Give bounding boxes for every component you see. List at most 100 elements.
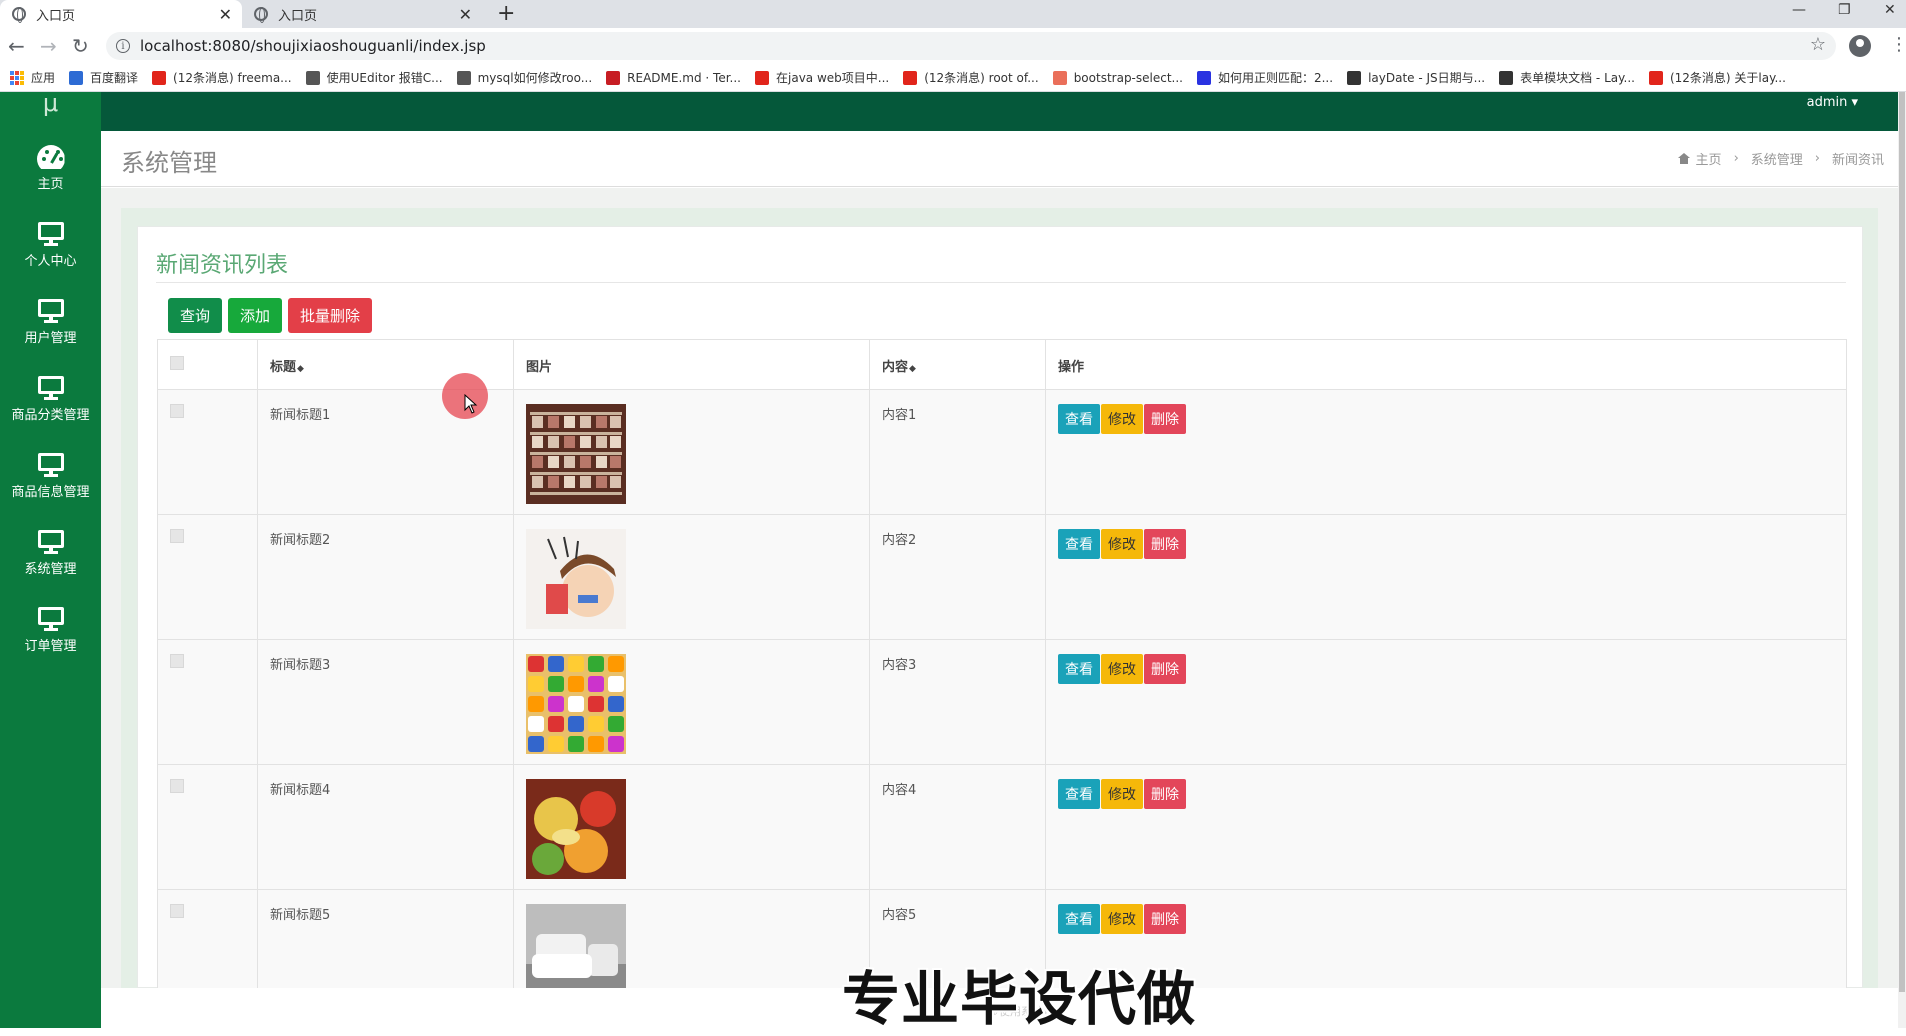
add-button[interactable]: 添加 [228, 298, 283, 333]
view-button[interactable]: 查看 [1058, 904, 1100, 934]
select-all-checkbox[interactable] [170, 356, 184, 370]
row-checkbox[interactable] [170, 529, 184, 543]
reload-icon[interactable]: ↻ [72, 34, 89, 58]
bookmark-item[interactable]: bootstrap-select... [1052, 70, 1183, 85]
row-checkbox[interactable] [170, 404, 184, 418]
bookmark-item[interactable]: README.md · Ter... [606, 70, 741, 85]
bookmark-label: README.md · Ter... [627, 70, 741, 85]
sidebar-item[interactable]: 用户管理 [0, 284, 101, 361]
row-checkbox[interactable] [170, 654, 184, 668]
delete-button[interactable]: 删除 [1144, 779, 1186, 809]
restore-icon[interactable]: ❐ [1838, 2, 1851, 18]
breadcrumb-home[interactable]: 主页 [1677, 149, 1722, 168]
mouse-cursor-icon [464, 393, 478, 418]
row-ops: 查看 修改 删除 [1045, 389, 1847, 515]
edit-button[interactable]: 修改 [1101, 529, 1143, 559]
bookmark-label: 应用 [31, 71, 56, 85]
sidebar-item[interactable]: 个人中心 [0, 207, 101, 284]
view-button[interactable]: 查看 [1058, 779, 1100, 809]
edit-button[interactable]: 修改 [1101, 904, 1143, 934]
row-checkbox[interactable] [170, 779, 184, 793]
bookmark-item[interactable]: (12条消息) root of... [903, 69, 1039, 86]
bookmark-item[interactable]: 如何用正则匹配：2... [1196, 69, 1333, 86]
forward-icon[interactable]: → [40, 34, 57, 58]
bookmark-star-icon[interactable]: ☆ [1810, 34, 1826, 55]
fruit-photo [526, 779, 857, 879]
sort-icon[interactable]: ◆ [297, 364, 304, 374]
table-row: 新闻标题4 内容4 查看 修改 删除 [157, 764, 1847, 890]
home-icon [1677, 153, 1690, 164]
view-button[interactable]: 查看 [1058, 654, 1100, 684]
action-bar: 查询 添加 批量删除 [168, 298, 373, 333]
col-image: 图片 [513, 339, 870, 390]
account-icon[interactable] [1849, 35, 1871, 57]
bookmark-item[interactable]: 使用UEditor 报错C... [305, 69, 443, 86]
site-info-icon[interactable]: i [116, 39, 130, 53]
address-bar[interactable]: i localhost:8080/shoujixiaoshouguanli/in… [106, 32, 1836, 60]
admin-menu[interactable]: admin ▾ [1807, 95, 1858, 110]
row-ops: 查看 修改 删除 [1045, 639, 1847, 765]
row-checkbox[interactable] [170, 904, 184, 918]
bookmark-item[interactable]: 表单模块文档 - Lay... [1499, 69, 1635, 86]
row-content: 内容2 [869, 514, 1046, 640]
delete-button[interactable]: 删除 [1144, 904, 1186, 934]
sort-icon[interactable]: ◆ [909, 364, 916, 374]
sidebar-item[interactable]: 订单管理 [0, 592, 101, 669]
bookmark-item[interactable]: mysql如何修改roo... [456, 69, 592, 86]
bookmark-item[interactable]: (12条消息) 关于lay... [1648, 69, 1786, 86]
baidu-translate-icon [69, 70, 84, 85]
page-scrollbar[interactable] [1898, 92, 1906, 1028]
ueditor-icon [456, 70, 471, 85]
bookmark-item[interactable]: 在java web项目中... [755, 69, 889, 86]
page-title: 系统管理 [121, 149, 217, 177]
gitee-icon [606, 70, 621, 85]
col-content[interactable]: 内容◆ [869, 339, 1046, 390]
monitor-icon [37, 222, 64, 246]
card-title: 新闻资讯列表 [156, 253, 289, 278]
bookmark-item[interactable]: layDate - JS日期与... [1347, 69, 1485, 86]
delete-button[interactable]: 删除 [1144, 654, 1186, 684]
row-title: 新闻标题3 [257, 639, 514, 765]
browser-tab-2[interactable]: 入口页 ✕ [242, 0, 482, 28]
bookmark-label: layDate - JS日期与... [1368, 71, 1486, 85]
news-table: 标题◆ 图片 内容◆ 操作 新闻标题1 内容1 查看 修改 删除 新闻标题2 内容2 查看 修改… [157, 339, 1847, 1015]
sidebar-item[interactable]: 系统管理 [0, 515, 101, 592]
sidebar-item[interactable]: 商品分类管理 [0, 361, 101, 438]
bookmark-item[interactable]: (12条消息) freema... [152, 69, 292, 86]
query-button[interactable]: 查询 [168, 298, 223, 333]
batch-delete-button[interactable]: 批量删除 [288, 298, 373, 333]
edit-button[interactable]: 修改 [1101, 404, 1143, 434]
browser-tab-strip: 入口页 ✕ 入口页 ✕ + — ❐ ✕ [0, 0, 1906, 28]
row-ops: 查看 修改 删除 [1045, 764, 1847, 890]
close-window-icon[interactable]: ✕ [1884, 2, 1896, 18]
delete-button[interactable]: 删除 [1144, 529, 1186, 559]
sidebar-item[interactable]: 主页 [0, 130, 101, 207]
table-row: 新闻标题1 内容1 查看 修改 删除 [157, 389, 1847, 515]
table-row: 新闻标题2 内容2 查看 修改 删除 [157, 514, 1847, 640]
edit-button[interactable]: 修改 [1101, 779, 1143, 809]
edit-button[interactable]: 修改 [1101, 654, 1143, 684]
browser-menu-icon[interactable]: ⋮ [1890, 34, 1906, 55]
new-tab-button[interactable]: + [497, 1, 515, 26]
minimize-icon[interactable]: — [1792, 2, 1806, 18]
row-title: 新闻标题2 [257, 514, 514, 640]
sidebar-item-label: 个人中心 [24, 254, 77, 269]
table-header-row: 标题◆ 图片 内容◆ 操作 [157, 339, 1847, 390]
bookmark-label: (12条消息) freema... [173, 71, 292, 85]
breadcrumb-system[interactable]: 系统管理 [1751, 149, 1803, 168]
bookmark-item[interactable]: 百度翻译 [69, 69, 138, 86]
sidebar-item-label: 商品信息管理 [11, 485, 90, 500]
sidebar-item-label: 用户管理 [24, 331, 77, 346]
close-tab-icon[interactable]: ✕ [219, 5, 232, 24]
bookmark-item[interactable]: 应用 [10, 69, 55, 86]
row-image-cell [513, 764, 870, 890]
delete-button[interactable]: 删除 [1144, 404, 1186, 434]
back-icon[interactable]: ← [8, 34, 25, 58]
browser-tab-1[interactable]: 入口页 ✕ [0, 0, 242, 28]
bookmark-label: 百度翻译 [90, 71, 139, 85]
view-button[interactable]: 查看 [1058, 404, 1100, 434]
close-tab-icon[interactable]: ✕ [459, 5, 472, 24]
view-button[interactable]: 查看 [1058, 529, 1100, 559]
sidebar-item[interactable]: 商品信息管理 [0, 438, 101, 515]
scrollbar-thumb[interactable] [1899, 92, 1905, 992]
